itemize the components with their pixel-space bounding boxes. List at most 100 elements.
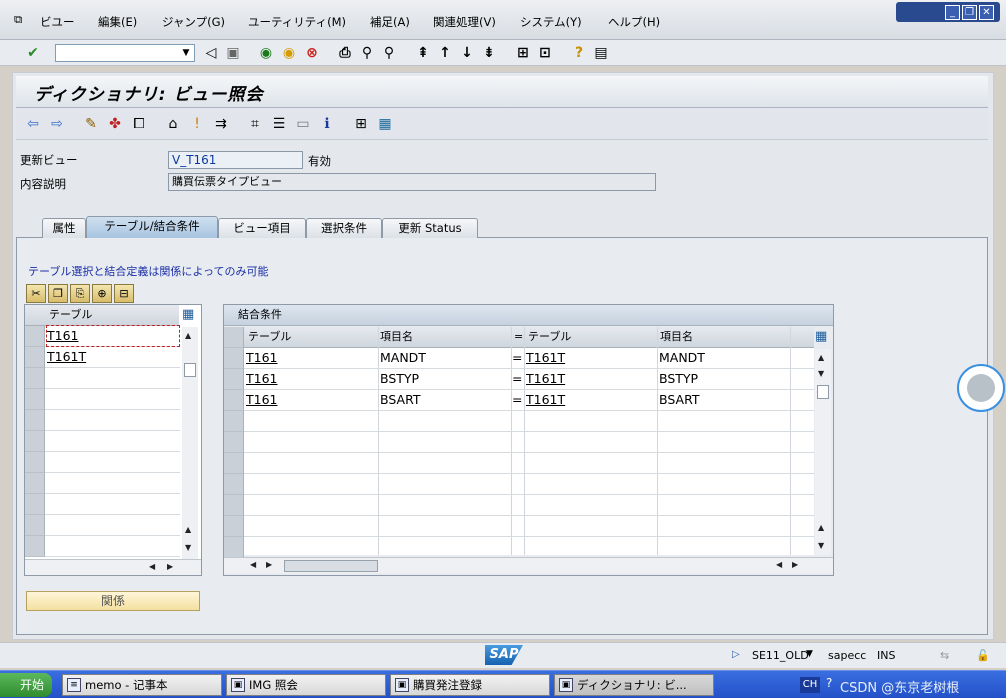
graph-icon[interactable]: ⊞: [352, 115, 370, 133]
scroll-left-icon[interactable]: ◀: [250, 560, 256, 569]
join-table-1[interactable]: T161: [246, 390, 278, 410]
object-list-icon[interactable]: ⇉: [212, 115, 230, 133]
scroll-right-icon[interactable]: ▶: [792, 560, 798, 569]
join-table-1[interactable]: T161: [246, 348, 278, 368]
close-icon[interactable]: ✕: [979, 5, 994, 20]
check-icon[interactable]: ✤: [106, 115, 124, 133]
delete-row-icon[interactable]: ⊟: [114, 284, 134, 303]
row-selector[interactable]: [25, 326, 45, 347]
select-all-icon[interactable]: [224, 327, 244, 348]
print-icon[interactable]: ⎙: [336, 44, 354, 62]
row-selector[interactable]: [224, 495, 244, 516]
join-row[interactable]: T161 BSTYP = T161T BSTYP: [224, 369, 814, 390]
paste-icon[interactable]: ⎘: [70, 284, 90, 303]
table-row[interactable]: [25, 431, 180, 452]
scroll-left-icon[interactable]: ◀: [776, 560, 782, 569]
minimize-icon[interactable]: _: [945, 5, 960, 20]
join-row[interactable]: T161 BSART = T161T BSART: [224, 390, 814, 411]
menu-extras[interactable]: 補足(A): [370, 14, 410, 30]
back-icon[interactable]: ◉: [257, 44, 275, 62]
previous-page-icon[interactable]: ↑: [436, 44, 454, 62]
row-selector[interactable]: [224, 432, 244, 453]
menu-system[interactable]: システム(Y): [520, 14, 582, 30]
cut-icon[interactable]: ✂: [26, 284, 46, 303]
tab-attributes[interactable]: 属性: [42, 218, 86, 238]
table-row[interactable]: [25, 368, 180, 389]
table-row[interactable]: [25, 536, 180, 557]
row-selector[interactable]: [224, 411, 244, 432]
join-row[interactable]: [224, 537, 814, 558]
join-row[interactable]: T161 MANDT = T161T MANDT: [224, 348, 814, 369]
activate-icon[interactable]: ⧠: [130, 115, 148, 133]
tab-maintenance-status[interactable]: 更新 Status: [382, 218, 478, 238]
tab-tables-join[interactable]: テーブル/結合条件: [86, 216, 218, 238]
command-field[interactable]: ▼: [55, 44, 195, 62]
scroll-down-icon[interactable]: ▼: [185, 543, 191, 552]
join-table-2[interactable]: T161T: [526, 348, 565, 368]
scroll-right-icon[interactable]: ▶: [167, 562, 173, 571]
join-row[interactable]: [224, 516, 814, 537]
row-selector[interactable]: [25, 515, 45, 536]
column-settings-icon[interactable]: ▦: [182, 307, 194, 322]
scroll-left-icon[interactable]: ◀: [149, 562, 155, 571]
menu-utilities[interactable]: ユーティリティ(M): [248, 14, 346, 30]
menu-goto[interactable]: ジャンプ(G): [162, 14, 225, 30]
contents-icon[interactable]: ☰: [270, 115, 288, 133]
row-selector[interactable]: [25, 473, 45, 494]
copy-icon[interactable]: ❐: [48, 284, 68, 303]
table-row[interactable]: T161T: [25, 347, 180, 368]
row-selector[interactable]: [224, 369, 244, 390]
save-icon[interactable]: ▣: [224, 44, 242, 62]
scroll-down-icon[interactable]: ▼: [818, 369, 824, 378]
description-field[interactable]: 購買伝票タイプビュー: [168, 173, 656, 191]
horizontal-scrollbar[interactable]: ◀ ▶ ◀ ▶: [224, 557, 833, 573]
scroll-right-icon[interactable]: ▶: [266, 560, 272, 569]
tab-view-fields[interactable]: ビュー項目: [218, 218, 306, 238]
status-expand-icon[interactable]: ▷: [732, 649, 740, 660]
new-session-icon[interactable]: ⊞: [514, 44, 532, 62]
table-row[interactable]: [25, 452, 180, 473]
relationships-button[interactable]: 関係: [26, 591, 200, 611]
row-selector[interactable]: [25, 494, 45, 515]
task-img[interactable]: ▣IMG 照会: [226, 674, 386, 696]
exit-icon[interactable]: ◉: [280, 44, 298, 62]
menu-help[interactable]: ヘルプ(H): [608, 14, 660, 30]
task-po-create[interactable]: ▣購買発注登録: [390, 674, 550, 696]
scroll-down-icon[interactable]: ▼: [818, 541, 824, 550]
arrow-left-icon[interactable]: ⇦: [24, 115, 42, 133]
join-table-1[interactable]: T161: [246, 369, 278, 389]
table-cell[interactable]: T161T: [47, 347, 86, 367]
table-row[interactable]: [25, 515, 180, 536]
join-table-2[interactable]: T161T: [526, 369, 565, 389]
join-row[interactable]: [224, 474, 814, 495]
menu-environment[interactable]: 関連処理(V): [433, 14, 496, 30]
help-icon[interactable]: ?: [570, 44, 588, 62]
navigate-icon[interactable]: !: [188, 115, 206, 133]
row-selector[interactable]: [224, 474, 244, 495]
join-table-2[interactable]: T161T: [526, 390, 565, 410]
table-row[interactable]: [25, 473, 180, 494]
join-row[interactable]: [224, 411, 814, 432]
row-selector[interactable]: [224, 453, 244, 474]
next-page-icon[interactable]: ↓: [458, 44, 476, 62]
view-field[interactable]: V_T161: [168, 151, 303, 169]
arrow-right-icon[interactable]: ⇨: [48, 115, 66, 133]
row-selector[interactable]: [25, 368, 45, 389]
hierarchy-icon[interactable]: ⌗: [246, 115, 264, 133]
menu-view[interactable]: ビユー: [40, 14, 75, 30]
row-selector[interactable]: [25, 431, 45, 452]
table-row[interactable]: [25, 494, 180, 515]
table-cell[interactable]: T161: [47, 326, 179, 346]
find-icon[interactable]: ⚲: [358, 44, 376, 62]
row-selector[interactable]: [25, 347, 45, 368]
vertical-scrollbar[interactable]: ▲ ▼ ▲ ▼: [815, 349, 831, 555]
where-used-icon[interactable]: ⌂: [164, 115, 182, 133]
system-menu-icon[interactable]: ⧉: [14, 12, 22, 27]
back-small-icon[interactable]: ◁: [202, 44, 220, 62]
shortcut-icon[interactable]: ⊡: [536, 44, 554, 62]
row-selector[interactable]: [224, 537, 244, 558]
table-row[interactable]: [25, 389, 180, 410]
status-dropdown-icon[interactable]: ▼: [806, 649, 813, 659]
grid-icon[interactable]: ▦: [376, 115, 394, 133]
chevron-down-icon[interactable]: ▼: [178, 45, 194, 61]
